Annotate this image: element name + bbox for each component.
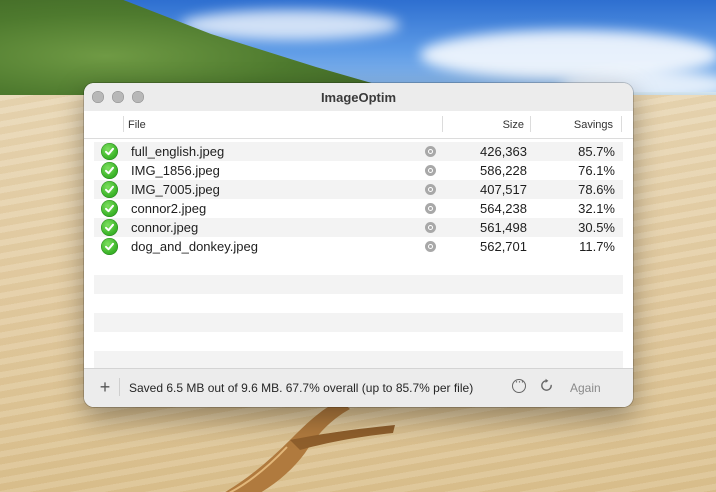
file-size: 564,238	[480, 201, 527, 216]
check-circle-icon	[101, 143, 118, 160]
table-row[interactable]: connor2.jpeg 564,238 32.1%	[94, 199, 623, 218]
add-files-button[interactable]: +	[94, 376, 116, 398]
file-name: IMG_7005.jpeg	[131, 182, 220, 197]
title-bar[interactable]: ImageOptim	[84, 83, 633, 111]
table-row[interactable]: dog_and_donkey.jpeg 562,701 11.7%	[94, 237, 623, 256]
column-header-size[interactable]: Size	[503, 119, 524, 131]
file-name: full_english.jpeg	[131, 144, 225, 159]
check-circle-icon	[101, 162, 118, 179]
file-savings: 30.5%	[578, 220, 615, 235]
file-savings: 76.1%	[578, 163, 615, 178]
magnifier-icon[interactable]	[425, 241, 436, 252]
column-divider[interactable]	[442, 116, 443, 132]
table-header: File Size Savings	[84, 111, 633, 139]
table-row[interactable]: IMG_1856.jpeg 586,228 76.1%	[94, 161, 623, 180]
empty-row	[94, 294, 623, 313]
table-row[interactable]: full_english.jpeg 426,363 85.7%	[94, 142, 623, 161]
check-circle-icon	[101, 181, 118, 198]
check-circle-icon	[101, 200, 118, 217]
column-header-savings[interactable]: Savings	[574, 119, 613, 131]
magnifier-icon[interactable]	[425, 146, 436, 157]
file-name: IMG_1856.jpeg	[131, 163, 220, 178]
file-size: 407,517	[480, 182, 527, 197]
file-size: 586,228	[480, 163, 527, 178]
column-divider[interactable]	[621, 116, 622, 132]
empty-row	[94, 275, 623, 294]
magnifier-icon[interactable]	[425, 203, 436, 214]
magnifier-icon[interactable]	[425, 165, 436, 176]
file-savings: 32.1%	[578, 201, 615, 216]
file-savings: 11.7%	[579, 239, 615, 254]
table-row[interactable]: IMG_7005.jpeg 407,517 78.6%	[94, 180, 623, 199]
wallpaper-driftwood	[225, 400, 395, 492]
status-bar: + Saved 6.5 MB out of 9.6 MB. 67.7% over…	[84, 368, 633, 407]
empty-row	[94, 313, 623, 332]
magnifier-icon[interactable]	[425, 184, 436, 195]
column-divider[interactable]	[123, 116, 124, 132]
file-size: 562,701	[480, 239, 527, 254]
column-header-file[interactable]: File	[128, 119, 146, 131]
file-name: connor.jpeg	[131, 220, 199, 235]
file-savings: 78.6%	[578, 182, 615, 197]
file-list: full_english.jpeg 426,363 85.7% IMG_1856…	[94, 142, 623, 370]
check-circle-icon	[101, 219, 118, 236]
savings-summary: Saved 6.5 MB out of 9.6 MB. 67.7% overal…	[129, 381, 474, 395]
imageoptim-window: ImageOptim File Size Savings full_englis…	[84, 83, 633, 407]
empty-row	[94, 256, 623, 275]
column-divider[interactable]	[530, 116, 531, 132]
again-button[interactable]: Again	[570, 381, 601, 395]
file-savings: 85.7%	[578, 144, 615, 159]
file-size: 561,498	[480, 220, 527, 235]
file-name: connor2.jpeg	[131, 201, 207, 216]
window-title: ImageOptim	[320, 90, 397, 105]
footer-divider	[119, 378, 120, 396]
file-name: dog_and_donkey.jpeg	[131, 239, 258, 254]
empty-row	[94, 332, 623, 351]
ellipsis-circle-icon[interactable]	[512, 374, 526, 393]
refresh-icon[interactable]	[539, 378, 554, 393]
file-size: 426,363	[480, 144, 527, 159]
table-row[interactable]: connor.jpeg 561,498 30.5%	[94, 218, 623, 237]
magnifier-icon[interactable]	[425, 222, 436, 233]
check-circle-icon	[101, 238, 118, 255]
